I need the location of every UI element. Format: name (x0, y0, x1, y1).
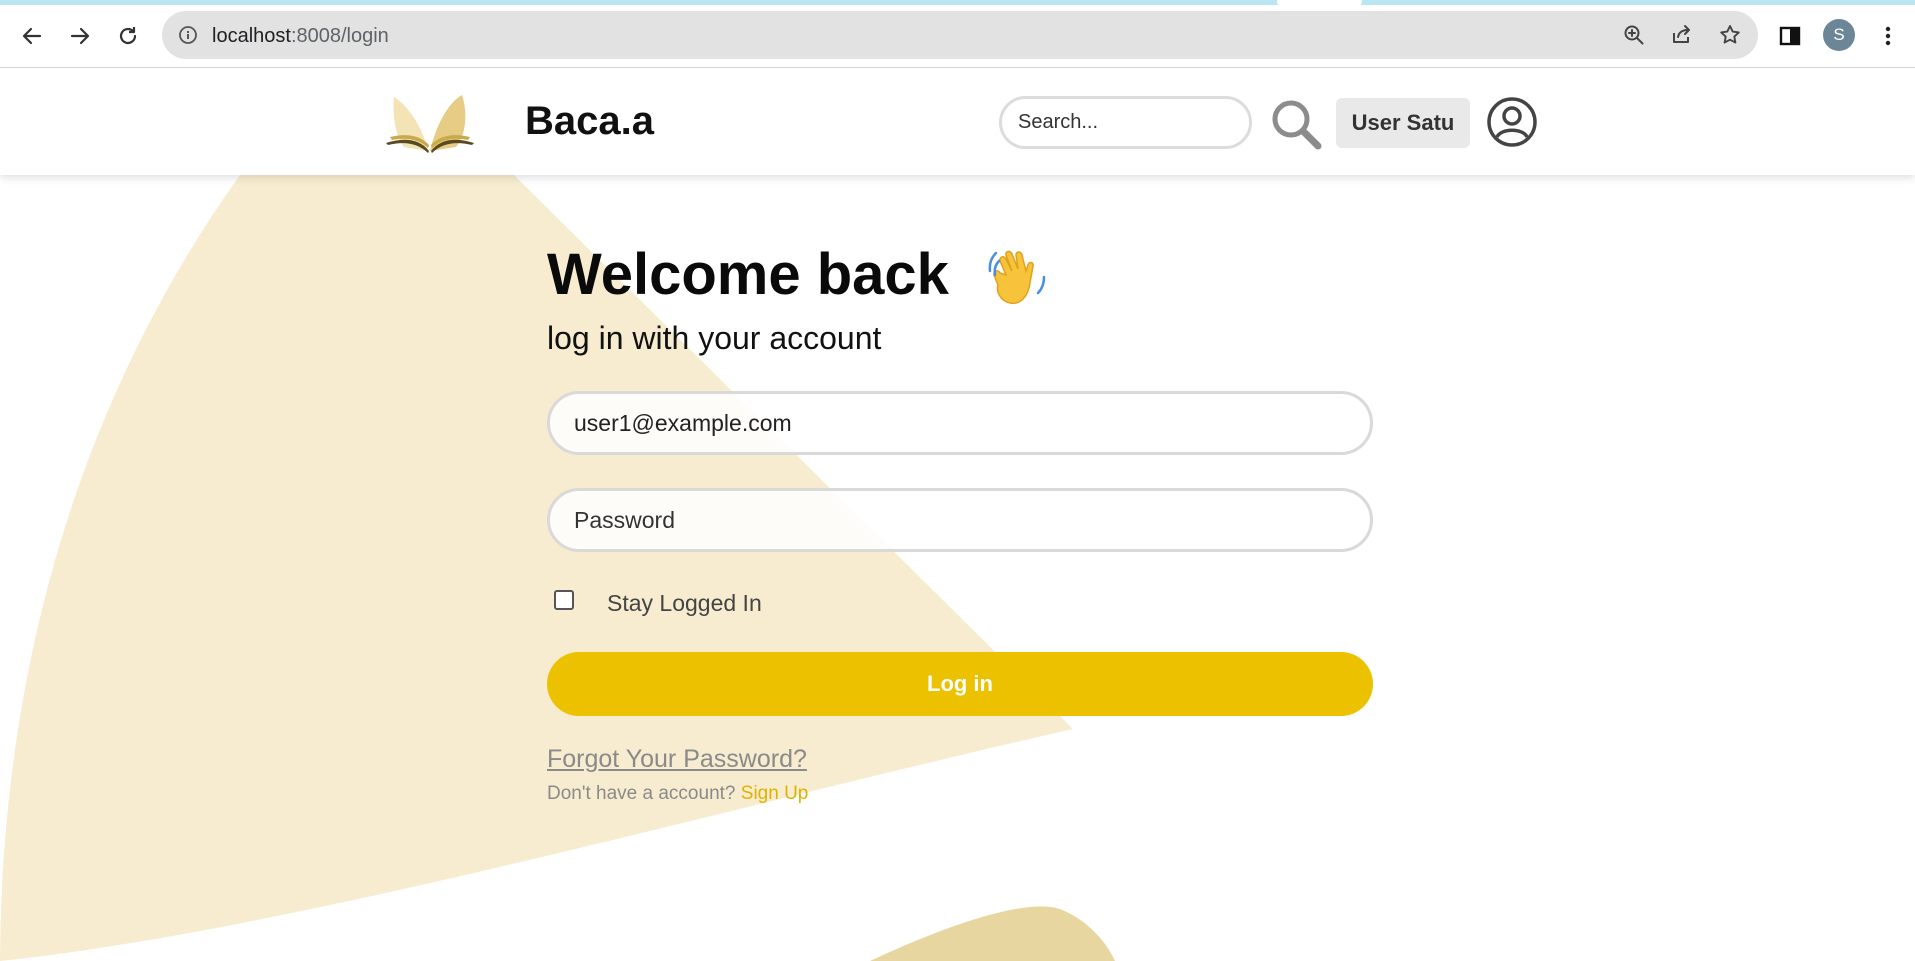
page-viewport: Baca.a User Satu Welcome back log in wit… (0, 69, 1915, 961)
zoom-icon[interactable] (1622, 23, 1646, 47)
signup-prompt: Don't have a account? Sign Up (547, 783, 808, 805)
sidebar-icon[interactable] (1776, 22, 1804, 50)
search-input[interactable] (999, 96, 1252, 149)
url-host: localhost (212, 25, 291, 47)
address-bar[interactable]: localhost:8008/login (162, 11, 1758, 59)
book-logo-icon[interactable] (382, 87, 478, 155)
login-button[interactable]: Log in (547, 652, 1373, 716)
page-subtitle: log in with your account (547, 320, 882, 356)
star-icon[interactable] (1718, 23, 1742, 47)
info-icon[interactable] (178, 25, 198, 45)
browser-toolbar: localhost:8008/login S (0, 0, 1915, 68)
reload-icon[interactable] (110, 18, 146, 54)
background-blob-shape (870, 906, 1115, 961)
back-arrow-icon[interactable] (14, 18, 50, 54)
url-text[interactable]: localhost:8008/login (212, 25, 389, 48)
url-path: :8008/login (290, 25, 389, 47)
brand-name[interactable]: Baca.a (525, 99, 654, 144)
user-name-button[interactable]: User Satu (1336, 98, 1470, 148)
page-title: Welcome back (547, 242, 949, 307)
signup-prompt-text: Don't have a account? (547, 783, 741, 804)
waving-hand-icon (988, 250, 1046, 305)
share-icon[interactable] (1670, 23, 1694, 47)
stay-logged-in-label[interactable]: Stay Logged In (607, 590, 762, 617)
signup-link[interactable]: Sign Up (741, 783, 809, 804)
site-header: Baca.a User Satu (0, 69, 1915, 175)
password-field[interactable] (547, 488, 1373, 552)
active-tab-edge (1277, 0, 1362, 9)
kebab-menu-icon[interactable] (1874, 22, 1902, 50)
stay-logged-in-checkbox[interactable] (554, 590, 574, 610)
email-field[interactable] (547, 391, 1373, 455)
user-account-icon[interactable] (1486, 96, 1538, 148)
forgot-password-link[interactable]: Forgot Your Password? (547, 745, 807, 774)
profile-avatar[interactable]: S (1823, 19, 1855, 51)
search-icon[interactable] (1268, 96, 1324, 152)
forward-arrow-icon[interactable] (62, 18, 98, 54)
tab-strip (0, 0, 1915, 5)
